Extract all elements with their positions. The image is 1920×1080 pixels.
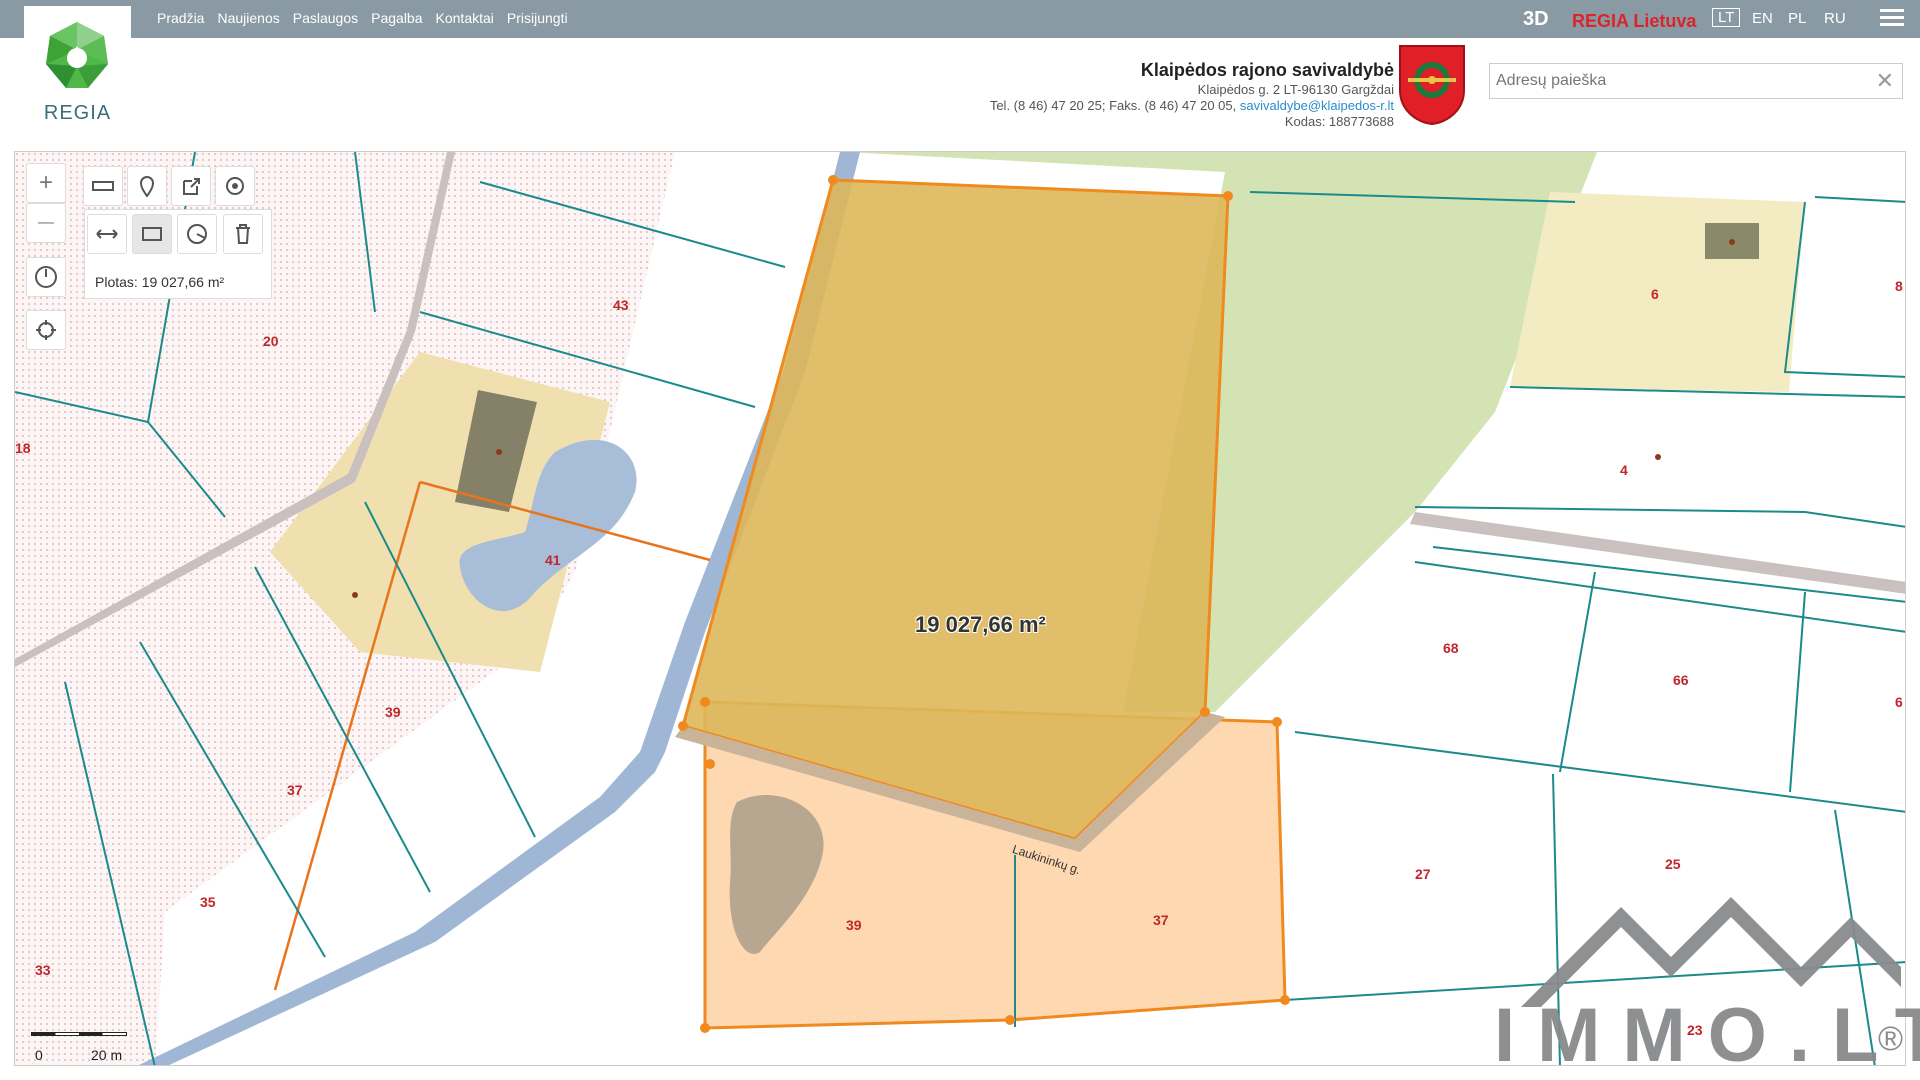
municipality-email-link[interactable]: savivaldybe@klaipedos-r.lt [1240,98,1394,113]
measure-distance-button[interactable] [87,214,127,254]
target-button[interactable] [215,166,255,206]
regia-logo-icon [46,22,108,88]
regia-logo[interactable]: REGIA [24,6,131,130]
lang-lt[interactable]: LT [1712,8,1741,27]
measure-area-icon [142,227,162,241]
top-bar: Pradžia Naujienos Paslaugos Pagalba Kont… [0,0,1920,38]
nav-item-home[interactable]: Pradžia [157,10,204,26]
regia-lietuva-link[interactable]: REGIA Lietuva [1572,11,1696,32]
3d-button[interactable]: 3D [1523,8,1549,31]
municipality-name: Klaipėdos rajono savivaldybė [1140,60,1394,80]
nav-item-login[interactable]: Prisijungti [507,10,568,26]
locate-button[interactable] [26,310,66,350]
zoom-in-icon: + [38,169,53,196]
parcel-label: 18 [15,440,31,456]
export-button[interactable] [171,166,211,206]
area-readout: Plotas: 19 027,66 m² [95,274,225,290]
measure-area-button[interactable] [132,214,172,254]
address-search-input[interactable] [1490,64,1870,98]
clock-icon [35,266,57,288]
municipality-info: Klaipėdos rajono savivaldybė Klaipėdos g… [990,58,1394,130]
parcel-label: 37 [1153,912,1169,928]
nav-item-help[interactable]: Pagalba [371,10,422,26]
export-icon [183,178,200,195]
municipality-code: Kodas: 188773688 [1284,114,1394,129]
parcel-label: 66 [1673,672,1689,688]
scale-zero: 0 [35,1047,43,1063]
parcel-label: 8 [1895,278,1903,294]
coat-of-arms-icon [1399,45,1465,126]
parcel-label: 27 [1415,866,1431,882]
nav-item-contacts[interactable]: Kontaktai [436,10,494,26]
measured-area-polygon[interactable] [681,178,1230,841]
zoom-out-button[interactable]: — [26,203,66,243]
lang-ru[interactable]: RU [1824,10,1846,27]
ruler-button[interactable] [83,166,123,206]
nav-item-services[interactable]: Paslaugos [293,10,358,26]
zoom-in-button[interactable]: + [26,163,66,203]
address-search: ✕ [1489,63,1903,99]
parcel-label: 35 [200,894,216,910]
municipality-phone: Tel. (8 46) 47 20 25; Faks. (8 46) 47 20… [989,98,1237,113]
trash-icon [236,224,250,244]
parcel-label: 39 [385,704,401,720]
parcel-label: 39 [846,917,862,933]
municipality-address: Klaipėdos g. 2 LT-96130 Gargždai [1197,82,1394,97]
delete-button[interactable] [223,214,263,254]
crosshair-icon [36,320,56,340]
scale-bar [31,1032,127,1036]
immo-watermark-text: IMMO.LT [1494,993,1920,1078]
parcel-label: 6 [1651,286,1659,302]
parcel-label: 41 [545,552,561,568]
measure-radius-button[interactable] [177,214,217,254]
measured-area-label: 19 027,66 m² [915,612,1046,637]
target-icon [226,177,244,195]
parcel-label: 6 [1895,694,1903,710]
hamburger-menu-icon[interactable] [1880,9,1904,29]
logo-text: REGIA [43,102,112,124]
parcel-label: 43 [613,297,629,313]
parcel-label: 68 [1443,640,1459,656]
radius-icon [187,224,207,244]
lang-pl[interactable]: PL [1788,10,1806,27]
lang-en[interactable]: EN [1752,10,1773,27]
main-nav: Pradžia Naujienos Paslaugos Pagalba Kont… [157,10,568,26]
parcel-label: 20 [263,333,279,349]
parcel-label: 4 [1620,462,1628,478]
measure-distance-icon [96,229,118,239]
map-canvas[interactable]: 43 20 18 41 39 37 35 33 6 8 4 68 66 6 27… [14,151,1906,1066]
scale-distance: 20 m [91,1047,123,1063]
ruler-icon [92,181,114,191]
nav-item-news[interactable]: Naujienos [217,10,279,26]
clear-search-icon[interactable]: ✕ [1876,68,1894,94]
zoom-out-icon: — [38,214,54,231]
parcel-label: 37 [287,782,303,798]
marker-button[interactable] [127,166,167,206]
map-pin-icon [139,176,155,197]
parcel-label: 33 [35,962,51,978]
history-button[interactable] [26,257,66,297]
